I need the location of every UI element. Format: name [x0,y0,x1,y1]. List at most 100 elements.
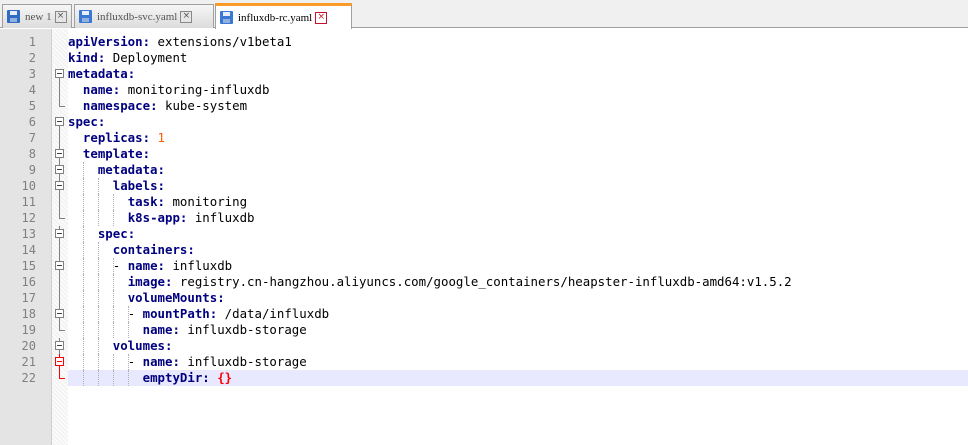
code-text[interactable]: volumes: [68,338,968,354]
code-text[interactable]: kind: Deployment [68,50,968,66]
code-text[interactable]: metadata: [68,162,968,178]
code-line[interactable]: 13 spec: [0,226,968,242]
fold-guide-line [52,210,68,226]
code-line[interactable]: 2 kind: Deployment [0,50,968,66]
yaml-empty-map: {} [217,370,233,385]
code-line[interactable]: 1 apiVersion: extensions/v1beta1 [0,34,968,50]
fold-guide-line [52,370,68,386]
yaml-value: /data/influxdb [224,306,330,321]
close-tab-icon[interactable]: × [315,11,328,24]
saved-file-icon [220,11,233,24]
code-text[interactable]: template: [68,146,968,162]
indent-guide [82,178,84,194]
code-text[interactable]: task: monitoring [68,194,968,210]
fold-toggle-icon[interactable] [52,162,68,178]
list-dash: - [127,354,143,369]
indent-guide [112,258,114,274]
unsaved-file-icon [7,10,20,23]
yaml-separator: : [150,98,165,113]
code-line[interactable]: 22 emptyDir: {} [0,370,968,386]
code-text[interactable]: - name: influxdb-storage [68,354,968,370]
tab-new-1[interactable]: new 1 × [2,4,72,28]
indent-guide [112,354,114,370]
code-line[interactable]: 5 namespace: kube-system [0,98,968,114]
code-text[interactable]: image: registry.cn-hangzhou.aliyuncs.com… [68,274,968,290]
yaml-key: containers [112,242,188,257]
yaml-key: metadata [68,66,128,81]
yaml-value: monitoring-influxdb [127,82,270,97]
code-line[interactable]: 15 - name: influxdb [0,258,968,274]
code-text[interactable]: containers: [68,242,968,258]
indent-guide [112,274,114,290]
line-number: 6 [28,115,36,129]
yaml-separator: : [187,242,195,257]
yaml-separator: : [172,354,188,369]
indent-guide [97,194,99,210]
line-number: 1 [28,35,36,49]
fold-toggle-icon[interactable] [52,66,68,82]
indent-guide [82,226,84,242]
code-text[interactable]: volumeMounts: [68,290,968,306]
code-text[interactable]: replicas: 1 [68,130,968,146]
code-line[interactable]: 3 metadata: [0,66,968,82]
fold-toggle-icon[interactable] [52,258,68,274]
code-line[interactable]: 20 volumes: [0,338,968,354]
code-text[interactable]: namespace: kube-system [68,98,968,114]
fold-toggle-icon[interactable] [52,226,68,242]
yaml-key: metadata [97,162,158,177]
fold-toggle-icon[interactable] [52,114,68,130]
indent-guide [97,210,99,226]
saved-file-icon [79,10,92,23]
tab-influxdb-rc[interactable]: influxdb-rc.yaml × [215,3,352,29]
indent-guide [82,194,84,210]
indent-guide [127,306,129,322]
code-text[interactable]: - mountPath: /data/influxdb [68,306,968,322]
yaml-key: k8s-app [127,210,180,225]
yaml-separator: : [157,178,165,193]
code-text[interactable]: k8s-app: influxdb [68,210,968,226]
code-text[interactable]: name: monitoring-influxdb [68,82,968,98]
code-line[interactable]: 17 volumeMounts: [0,290,968,306]
code-line[interactable]: 6 spec: [0,114,968,130]
code-line[interactable]: 4 name: monitoring-influxdb [0,82,968,98]
code-text[interactable]: spec: [68,226,968,242]
fold-toggle-icon[interactable] [52,178,68,194]
code-text[interactable]: labels: [68,178,968,194]
code-line[interactable]: 19 name: influxdb-storage [0,322,968,338]
indent-guide [112,210,114,226]
code-text[interactable]: spec: [68,114,968,130]
code-line[interactable]: 8 template: [0,146,968,162]
fold-toggle-icon[interactable] [52,146,68,162]
fold-toggle-icon[interactable] [52,354,68,370]
fold-toggle-icon[interactable] [52,338,68,354]
code-text[interactable]: apiVersion: extensions/v1beta1 [68,34,968,50]
yaml-key: namespace [82,98,151,113]
code-line[interactable]: 9 metadata: [0,162,968,178]
code-text[interactable]: metadata: [68,66,968,82]
line-number: 19 [21,323,36,337]
close-tab-icon[interactable]: × [54,10,67,23]
code-line[interactable]: 18 - mountPath: /data/influxdb [0,306,968,322]
close-tab-icon[interactable]: × [180,10,193,23]
code-line[interactable]: 11 task: monitoring [0,194,968,210]
code-text[interactable]: - name: influxdb [68,258,968,274]
code-line[interactable]: 10 labels: [0,178,968,194]
code-line[interactable]: 21 - name: influxdb-storage [0,354,968,370]
line-number: 14 [21,243,36,257]
code-text[interactable]: emptyDir: {} [68,370,968,386]
code-line[interactable]: 12 k8s-app: influxdb [0,210,968,226]
yaml-key: volumeMounts [127,290,218,305]
code-editor[interactable]: 1 apiVersion: extensions/v1beta1 2 kind: De… [0,29,968,445]
fold-guide-line [52,82,68,98]
yaml-separator: : [127,226,136,241]
tab-influxdb-svc[interactable]: influxdb-svc.yaml × [74,4,214,28]
yaml-value: Deployment [112,50,188,65]
code-line[interactable]: 7 replicas: 1 [0,130,968,146]
line-number: 17 [21,291,36,305]
code-line[interactable]: 16 image: registry.cn-hangzhou.aliyuncs.… [0,274,968,290]
fold-toggle-icon[interactable] [52,306,68,322]
yaml-key: task [127,194,158,209]
code-text[interactable]: name: influxdb-storage [68,322,968,338]
indent-guide [97,338,99,354]
code-line[interactable]: 14 containers: [0,242,968,258]
